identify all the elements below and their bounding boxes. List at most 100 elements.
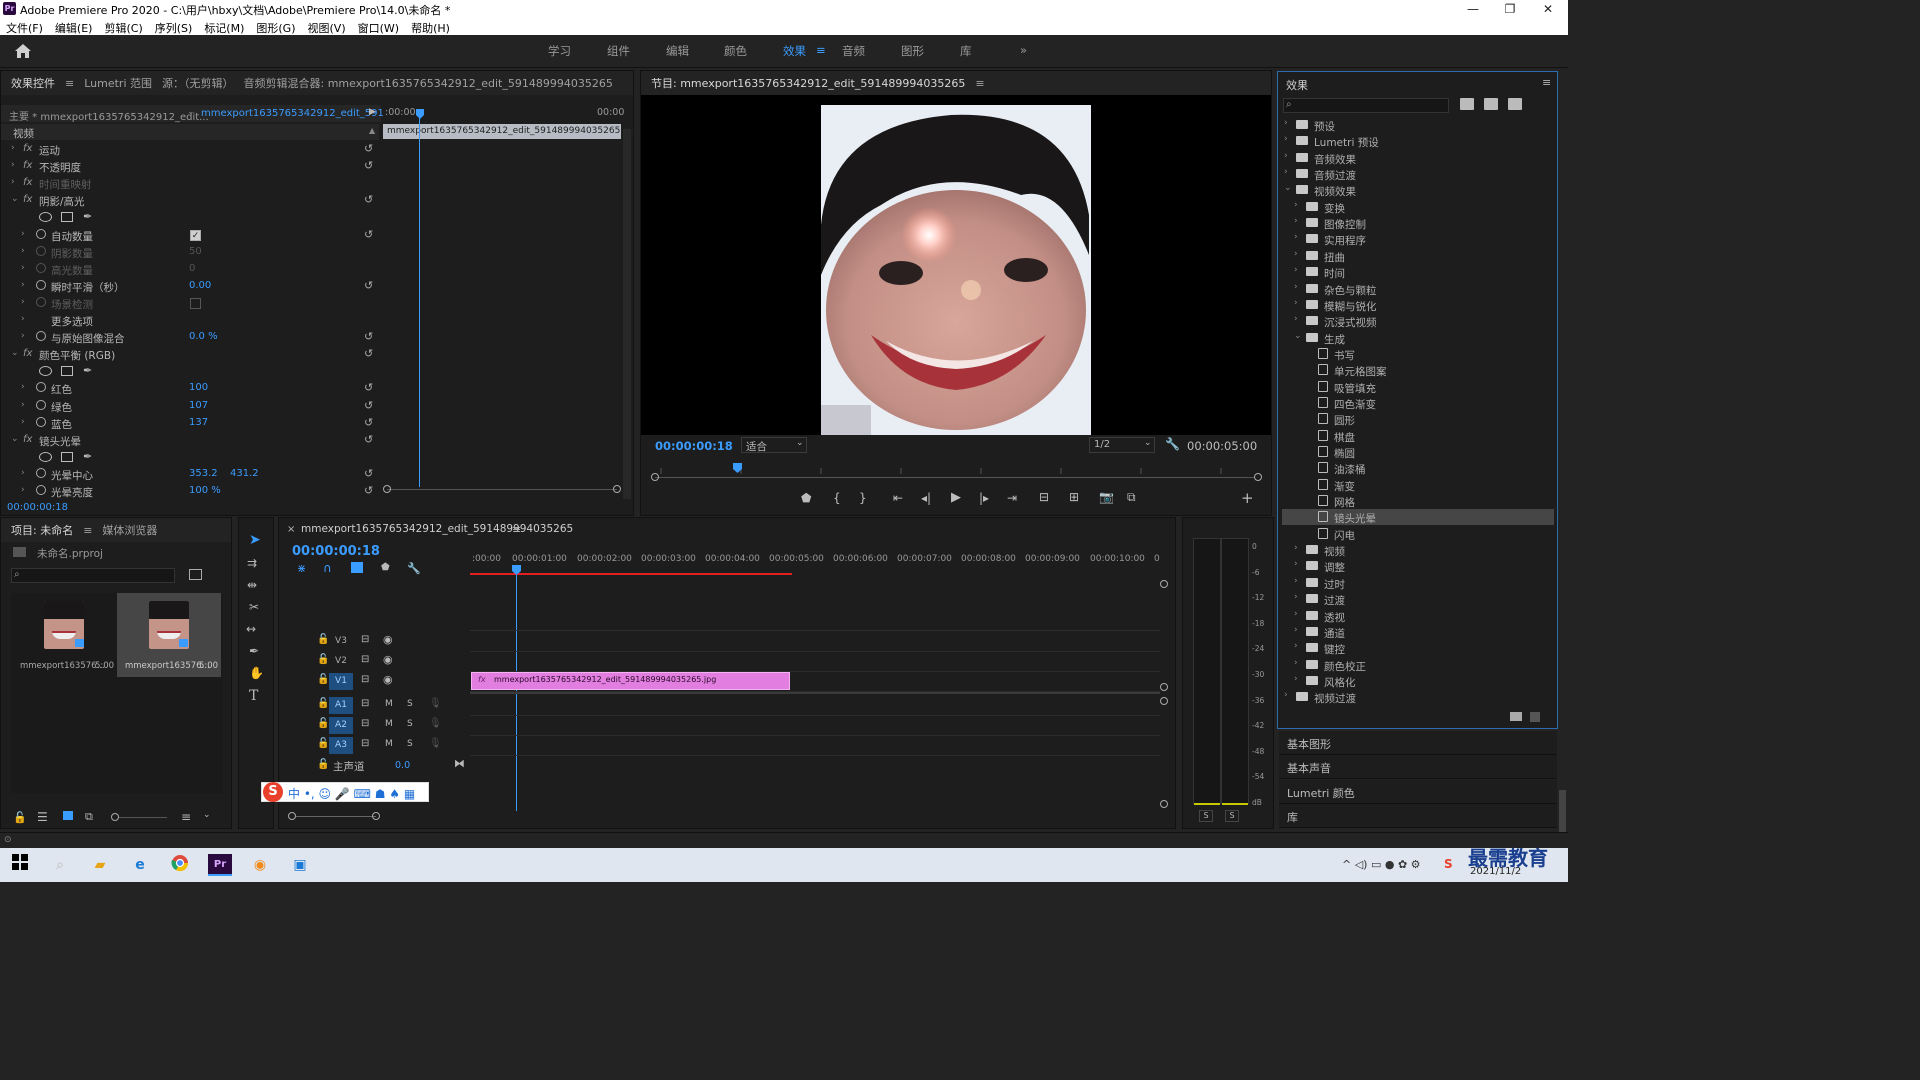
timeline-tab[interactable]: mmexport1635765342912_edit_5914899940352… [301, 523, 573, 535]
ec-row[interactable]: › 更多选项 [1, 312, 379, 329]
track-target[interactable]: A3 [329, 737, 353, 754]
workspace-more-button[interactable]: » [1020, 43, 1027, 57]
ec-row-value[interactable]: 107 [189, 400, 208, 411]
track-target[interactable]: A2 [329, 717, 353, 734]
effects-folder[interactable]: › 变换 [1282, 199, 1554, 215]
menu-item[interactable]: 编辑(E) [49, 18, 99, 35]
eye-icon[interactable]: ◉ [383, 673, 393, 686]
ec-row-value[interactable]: 100 [189, 382, 208, 393]
ec-tab[interactable]: Lumetri 范围 [84, 75, 152, 91]
project-search-input[interactable]: ⌕ [11, 568, 175, 583]
restore-button[interactable]: ❐ [1492, 0, 1528, 18]
ec-row[interactable]: ⌄ fx 颜色平衡 (RGB) ↺ [1, 346, 379, 363]
home-icon[interactable] [14, 43, 32, 59]
effects-folder[interactable]: › 音频效果 [1282, 150, 1554, 166]
effects-folder[interactable]: › 调整 [1282, 558, 1554, 574]
chevron-down-icon[interactable]: ⌄ [11, 434, 19, 444]
solo-button[interactable]: S [407, 719, 413, 729]
stopwatch-icon[interactable] [36, 399, 46, 410]
sync-lock-icon[interactable]: ⊟ [361, 718, 369, 729]
stopwatch-icon[interactable] [36, 416, 46, 427]
effects-folder[interactable]: › 扭曲 [1282, 248, 1554, 264]
ellipse-mask-icon[interactable] [39, 366, 52, 377]
solo-left-button[interactable]: S [1199, 810, 1213, 822]
chevron-right-icon[interactable]: › [1284, 118, 1288, 128]
reset-icon[interactable]: ↺ [364, 330, 373, 343]
zoom-slider-handle[interactable] [111, 813, 119, 821]
mute-button[interactable]: M [385, 719, 393, 729]
stopwatch-icon[interactable] [36, 485, 46, 495]
stopwatch-icon[interactable] [36, 228, 46, 239]
play-clip-icon[interactable]: ▶ [369, 107, 376, 117]
workspace-tab[interactable]: 编辑 [666, 43, 689, 59]
chevron-down-icon[interactable]: ⌄ [1284, 183, 1292, 193]
chrome-icon[interactable] [168, 854, 192, 876]
sync-lock-icon[interactable]: ⊟ [361, 698, 369, 709]
comparison-view-icon[interactable]: ⧉ [1127, 490, 1136, 505]
step-forward-icon[interactable]: |▸ [979, 491, 989, 505]
reset-icon[interactable]: ↺ [364, 193, 373, 206]
list-view-icon[interactable]: ☰ [37, 810, 48, 824]
effect-item[interactable]: 棋盘 [1282, 428, 1554, 444]
chevron-right-icon[interactable]: › [21, 417, 25, 427]
premiere-taskbar-icon[interactable]: Pr [208, 854, 232, 876]
chevron-right-icon[interactable]: › [21, 382, 25, 392]
mute-button[interactable]: M [385, 699, 393, 709]
ec-checkbox[interactable] [190, 297, 201, 309]
effects-folder[interactable]: › 通道 [1282, 624, 1554, 640]
type-tool-icon[interactable]: T [249, 688, 258, 704]
sync-lock-icon[interactable]: ⊟ [361, 738, 369, 749]
rect-mask-icon[interactable] [61, 366, 73, 377]
snap-icon[interactable]: ∩ [323, 561, 332, 575]
chevron-right-icon[interactable]: › [1294, 592, 1298, 602]
chevron-right-icon[interactable]: › [21, 263, 25, 273]
workspace-tab[interactable]: 库 [960, 43, 972, 59]
side-panel-tab[interactable]: 基本图形 [1279, 731, 1557, 755]
chevron-right-icon[interactable]: › [1294, 298, 1298, 308]
close-tab-icon[interactable]: × [287, 524, 295, 535]
project-item-selected[interactable]: mmexport163576... 5:00 [117, 593, 221, 677]
chevron-right-icon[interactable]: › [11, 143, 15, 153]
chevron-right-icon[interactable]: › [1294, 674, 1298, 684]
menu-item[interactable]: 窗口(W) [352, 18, 405, 35]
ec-row-value[interactable]: 137 [189, 417, 208, 428]
chevron-down-icon[interactable]: ⌄ [1294, 331, 1302, 341]
ec-row[interactable]: ⌄ fx 镜头光晕 ↺ [1, 432, 379, 449]
app2-taskbar-icon[interactable]: ▣ [288, 854, 312, 876]
mark-out-icon[interactable]: } [859, 491, 867, 505]
fx-toggle-icon[interactable]: fx [23, 143, 32, 154]
master-value[interactable]: 0.0 [395, 760, 410, 771]
effects-folder[interactable]: ⌄ 生成 [1282, 330, 1554, 346]
workspace-tab[interactable]: 颜色 [724, 43, 747, 59]
panel-menu-icon[interactable]: ≡ [1542, 76, 1551, 89]
project-item[interactable]: mmexport163576... 5:00 [13, 595, 115, 677]
chevron-right-icon[interactable]: › [1284, 167, 1288, 177]
chevron-right-icon[interactable]: › [1284, 151, 1288, 161]
fx-toggle-icon[interactable]: fx [23, 434, 32, 445]
effects-folder[interactable]: › 预设 [1282, 117, 1554, 133]
ec-tab[interactable]: 效果控件 [11, 75, 55, 91]
workspace-tab[interactable]: 效果 [783, 43, 806, 59]
mark-in-icon[interactable]: { [833, 491, 841, 505]
ec-zoom-handle-left[interactable] [383, 485, 391, 493]
effects-folder[interactable]: › Lumetri 预设 [1282, 133, 1554, 149]
reset-icon[interactable]: ↺ [364, 279, 373, 292]
minimize-button[interactable]: — [1455, 0, 1491, 18]
chevron-right-icon[interactable]: › [1294, 200, 1298, 210]
ec-row[interactable]: › fx 不透明度 ↺ [1, 158, 379, 175]
lock-icon[interactable]: 🔓 [317, 654, 329, 665]
quality-dropdown[interactable]: 1/2 ⌄ [1089, 437, 1155, 453]
timeline-timecode[interactable]: 00:00:00:18 [292, 544, 380, 559]
v-zoom-handle-top[interactable] [1160, 580, 1168, 588]
lock-icon[interactable]: 🔓 [317, 759, 329, 770]
menu-item[interactable]: 文件(F) [0, 18, 49, 35]
lock-icon[interactable]: 🔓 [317, 674, 329, 685]
ellipse-mask-icon[interactable] [39, 451, 52, 462]
panel-menu-icon[interactable]: ≡ [975, 77, 984, 90]
reset-icon[interactable]: ↺ [364, 159, 373, 172]
chevron-right-icon[interactable]: › [1294, 543, 1298, 553]
razor-tool-icon[interactable]: ✂ [249, 600, 259, 614]
effects-search-input[interactable]: ⌕ [1283, 98, 1449, 113]
effects-folder[interactable]: › 沉浸式视频 [1282, 313, 1554, 329]
pen-mask-icon[interactable]: ✒ [83, 364, 92, 377]
